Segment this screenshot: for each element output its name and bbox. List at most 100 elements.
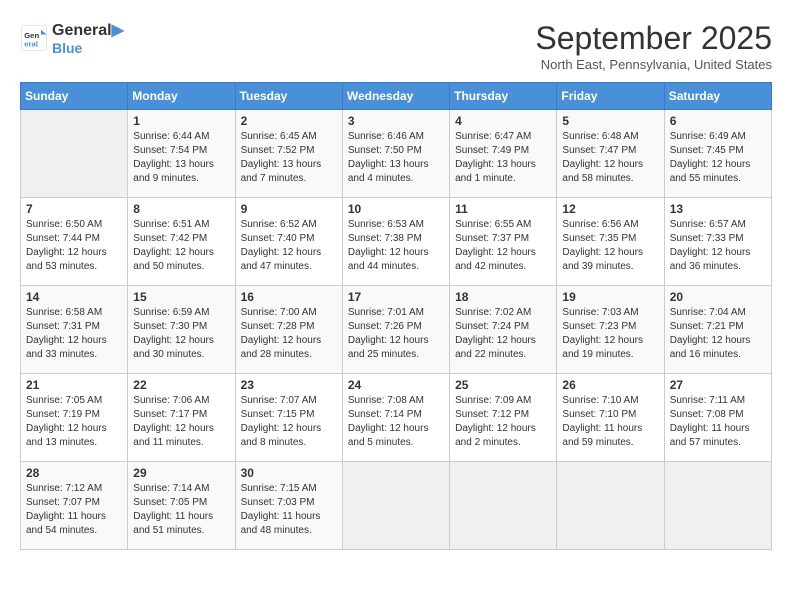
weekday-header: Thursday [450, 83, 557, 110]
calendar-cell: 6 Sunrise: 6:49 AMSunset: 7:45 PMDaylight… [664, 110, 771, 198]
day-info: Sunrise: 6:53 AMSunset: 7:38 PMDaylight:… [348, 218, 444, 274]
day-info: Sunrise: 6:51 AMSunset: 7:42 PMDaylight:… [133, 218, 229, 274]
day-info: Sunrise: 6:59 AMSunset: 7:30 PMDaylight:… [133, 306, 229, 362]
day-info: Sunrise: 6:46 AMSunset: 7:50 PMDaylight:… [348, 130, 444, 186]
calendar-cell [342, 462, 449, 550]
day-info: Sunrise: 7:08 AMSunset: 7:14 PMDaylight:… [348, 394, 444, 450]
weekday-header: Saturday [664, 83, 771, 110]
day-number: 16 [241, 290, 337, 304]
day-number: 4 [455, 114, 551, 128]
day-number: 8 [133, 202, 229, 216]
day-number: 22 [133, 378, 229, 392]
calendar-cell: 26 Sunrise: 7:10 AMSunset: 7:10 PMDayligh… [557, 374, 664, 462]
day-info: Sunrise: 7:07 AMSunset: 7:15 PMDaylight:… [241, 394, 337, 450]
day-info: Sunrise: 6:56 AMSunset: 7:35 PMDaylight:… [562, 218, 658, 274]
day-number: 13 [670, 202, 766, 216]
calendar-cell: 14 Sunrise: 6:58 AMSunset: 7:31 PMDayligh… [21, 286, 128, 374]
svg-text:Gen: Gen [24, 31, 39, 40]
calendar-week-row: 14 Sunrise: 6:58 AMSunset: 7:31 PMDayligh… [21, 286, 772, 374]
weekday-header: Monday [128, 83, 235, 110]
day-info: Sunrise: 7:00 AMSunset: 7:28 PMDaylight:… [241, 306, 337, 362]
calendar-cell: 10 Sunrise: 6:53 AMSunset: 7:38 PMDayligh… [342, 198, 449, 286]
day-number: 20 [670, 290, 766, 304]
title-section: September 2025 North East, Pennsylvania,… [535, 20, 772, 72]
day-info: Sunrise: 7:12 AMSunset: 7:07 PMDaylight:… [26, 482, 122, 538]
calendar-cell: 7 Sunrise: 6:50 AMSunset: 7:44 PMDaylight… [21, 198, 128, 286]
day-info: Sunrise: 7:11 AMSunset: 7:08 PMDaylight:… [670, 394, 766, 450]
weekday-header: Tuesday [235, 83, 342, 110]
calendar-cell [450, 462, 557, 550]
day-number: 9 [241, 202, 337, 216]
calendar-cell: 20 Sunrise: 7:04 AMSunset: 7:21 PMDayligh… [664, 286, 771, 374]
day-number: 3 [348, 114, 444, 128]
calendar-cell: 16 Sunrise: 7:00 AMSunset: 7:28 PMDayligh… [235, 286, 342, 374]
page-header: Gen eral General▶ Blue September 2025 No… [20, 20, 772, 72]
logo: Gen eral General▶ Blue [20, 20, 124, 56]
weekday-header: Friday [557, 83, 664, 110]
day-info: Sunrise: 6:58 AMSunset: 7:31 PMDaylight:… [26, 306, 122, 362]
weekday-header: Sunday [21, 83, 128, 110]
day-number: 6 [670, 114, 766, 128]
day-number: 17 [348, 290, 444, 304]
day-info: Sunrise: 7:10 AMSunset: 7:10 PMDaylight:… [562, 394, 658, 450]
calendar-cell: 19Sunrise: 7:03 AMSunset: 7:23 PMDayligh… [557, 286, 664, 374]
day-number: 1 [133, 114, 229, 128]
day-info: Sunrise: 6:57 AMSunset: 7:33 PMDaylight:… [670, 218, 766, 274]
calendar-cell: 12 Sunrise: 6:56 AMSunset: 7:35 PMDayligh… [557, 198, 664, 286]
day-number: 26 [562, 378, 658, 392]
day-number: 7 [26, 202, 122, 216]
day-number: 29 [133, 466, 229, 480]
calendar-cell: 8 Sunrise: 6:51 AMSunset: 7:42 PMDaylight… [128, 198, 235, 286]
day-number: 10 [348, 202, 444, 216]
day-info: Sunrise: 6:48 AMSunset: 7:47 PMDaylight:… [562, 130, 658, 186]
month-title: September 2025 [535, 20, 772, 57]
calendar-cell: 23 Sunrise: 7:07 AMSunset: 7:15 PMDayligh… [235, 374, 342, 462]
logo-text: General▶ Blue [52, 20, 124, 56]
day-number: 14 [26, 290, 122, 304]
day-number: 30 [241, 466, 337, 480]
calendar-cell: 30 Sunrise: 7:15 AMSunset: 7:03 PMDayligh… [235, 462, 342, 550]
day-info: Sunrise: 7:15 AMSunset: 7:03 PMDaylight:… [241, 482, 337, 538]
calendar-cell: 29 Sunrise: 7:14 AMSunset: 7:05 PMDayligh… [128, 462, 235, 550]
day-number: 2 [241, 114, 337, 128]
day-number: 27 [670, 378, 766, 392]
day-info: Sunrise: 7:04 AMSunset: 7:21 PMDaylight:… [670, 306, 766, 362]
day-number: 21 [26, 378, 122, 392]
calendar-cell: 11Sunrise: 6:55 AMSunset: 7:37 PMDayligh… [450, 198, 557, 286]
day-info: Sunrise: 7:06 AMSunset: 7:17 PMDaylight:… [133, 394, 229, 450]
calendar-cell: 15 Sunrise: 6:59 AMSunset: 7:30 PMDayligh… [128, 286, 235, 374]
calendar-cell: 13 Sunrise: 6:57 AMSunset: 7:33 PMDayligh… [664, 198, 771, 286]
day-info: Sunrise: 7:05 AMSunset: 7:19 PMDaylight:… [26, 394, 122, 450]
day-info: Sunrise: 6:45 AMSunset: 7:52 PMDaylight:… [241, 130, 337, 186]
weekday-header: Wednesday [342, 83, 449, 110]
calendar-cell [557, 462, 664, 550]
calendar-cell: 18Sunrise: 7:02 AMSunset: 7:24 PMDayligh… [450, 286, 557, 374]
day-info: Sunrise: 7:14 AMSunset: 7:05 PMDaylight:… [133, 482, 229, 538]
calendar-cell: 25Sunrise: 7:09 AMSunset: 7:12 PMDayligh… [450, 374, 557, 462]
day-info: Sunrise: 6:49 AMSunset: 7:45 PMDaylight:… [670, 130, 766, 186]
calendar-week-row: 1 Sunrise: 6:44 AMSunset: 7:54 PMDaylight… [21, 110, 772, 198]
day-number: 5 [562, 114, 658, 128]
day-number: 28 [26, 466, 122, 480]
day-number: 24 [348, 378, 444, 392]
day-info: Sunrise: 6:55 AMSunset: 7:37 PMDaylight:… [455, 218, 551, 274]
calendar-table: SundayMondayTuesdayWednesdayThursdayFrid… [20, 82, 772, 550]
day-info: Sunrise: 6:47 AMSunset: 7:49 PMDaylight:… [455, 130, 551, 186]
calendar-cell [21, 110, 128, 198]
day-info: Sunrise: 6:52 AMSunset: 7:40 PMDaylight:… [241, 218, 337, 274]
day-info: Sunrise: 6:44 AMSunset: 7:54 PMDaylight:… [133, 130, 229, 186]
day-number: 15 [133, 290, 229, 304]
day-number: 12 [562, 202, 658, 216]
day-info: Sunrise: 6:50 AMSunset: 7:44 PMDaylight:… [26, 218, 122, 274]
calendar-cell: 28 Sunrise: 7:12 AMSunset: 7:07 PMDayligh… [21, 462, 128, 550]
calendar-week-row: 7 Sunrise: 6:50 AMSunset: 7:44 PMDaylight… [21, 198, 772, 286]
calendar-cell: 3 Sunrise: 6:46 AMSunset: 7:50 PMDaylight… [342, 110, 449, 198]
calendar-cell: 9 Sunrise: 6:52 AMSunset: 7:40 PMDaylight… [235, 198, 342, 286]
calendar-cell: 27 Sunrise: 7:11 AMSunset: 7:08 PMDayligh… [664, 374, 771, 462]
day-number: 23 [241, 378, 337, 392]
day-number: 18 [455, 290, 551, 304]
calendar-cell [664, 462, 771, 550]
calendar-cell: 24 Sunrise: 7:08 AMSunset: 7:14 PMDayligh… [342, 374, 449, 462]
calendar-cell: 21 Sunrise: 7:05 AMSunset: 7:19 PMDayligh… [21, 374, 128, 462]
calendar-cell: 1 Sunrise: 6:44 AMSunset: 7:54 PMDaylight… [128, 110, 235, 198]
